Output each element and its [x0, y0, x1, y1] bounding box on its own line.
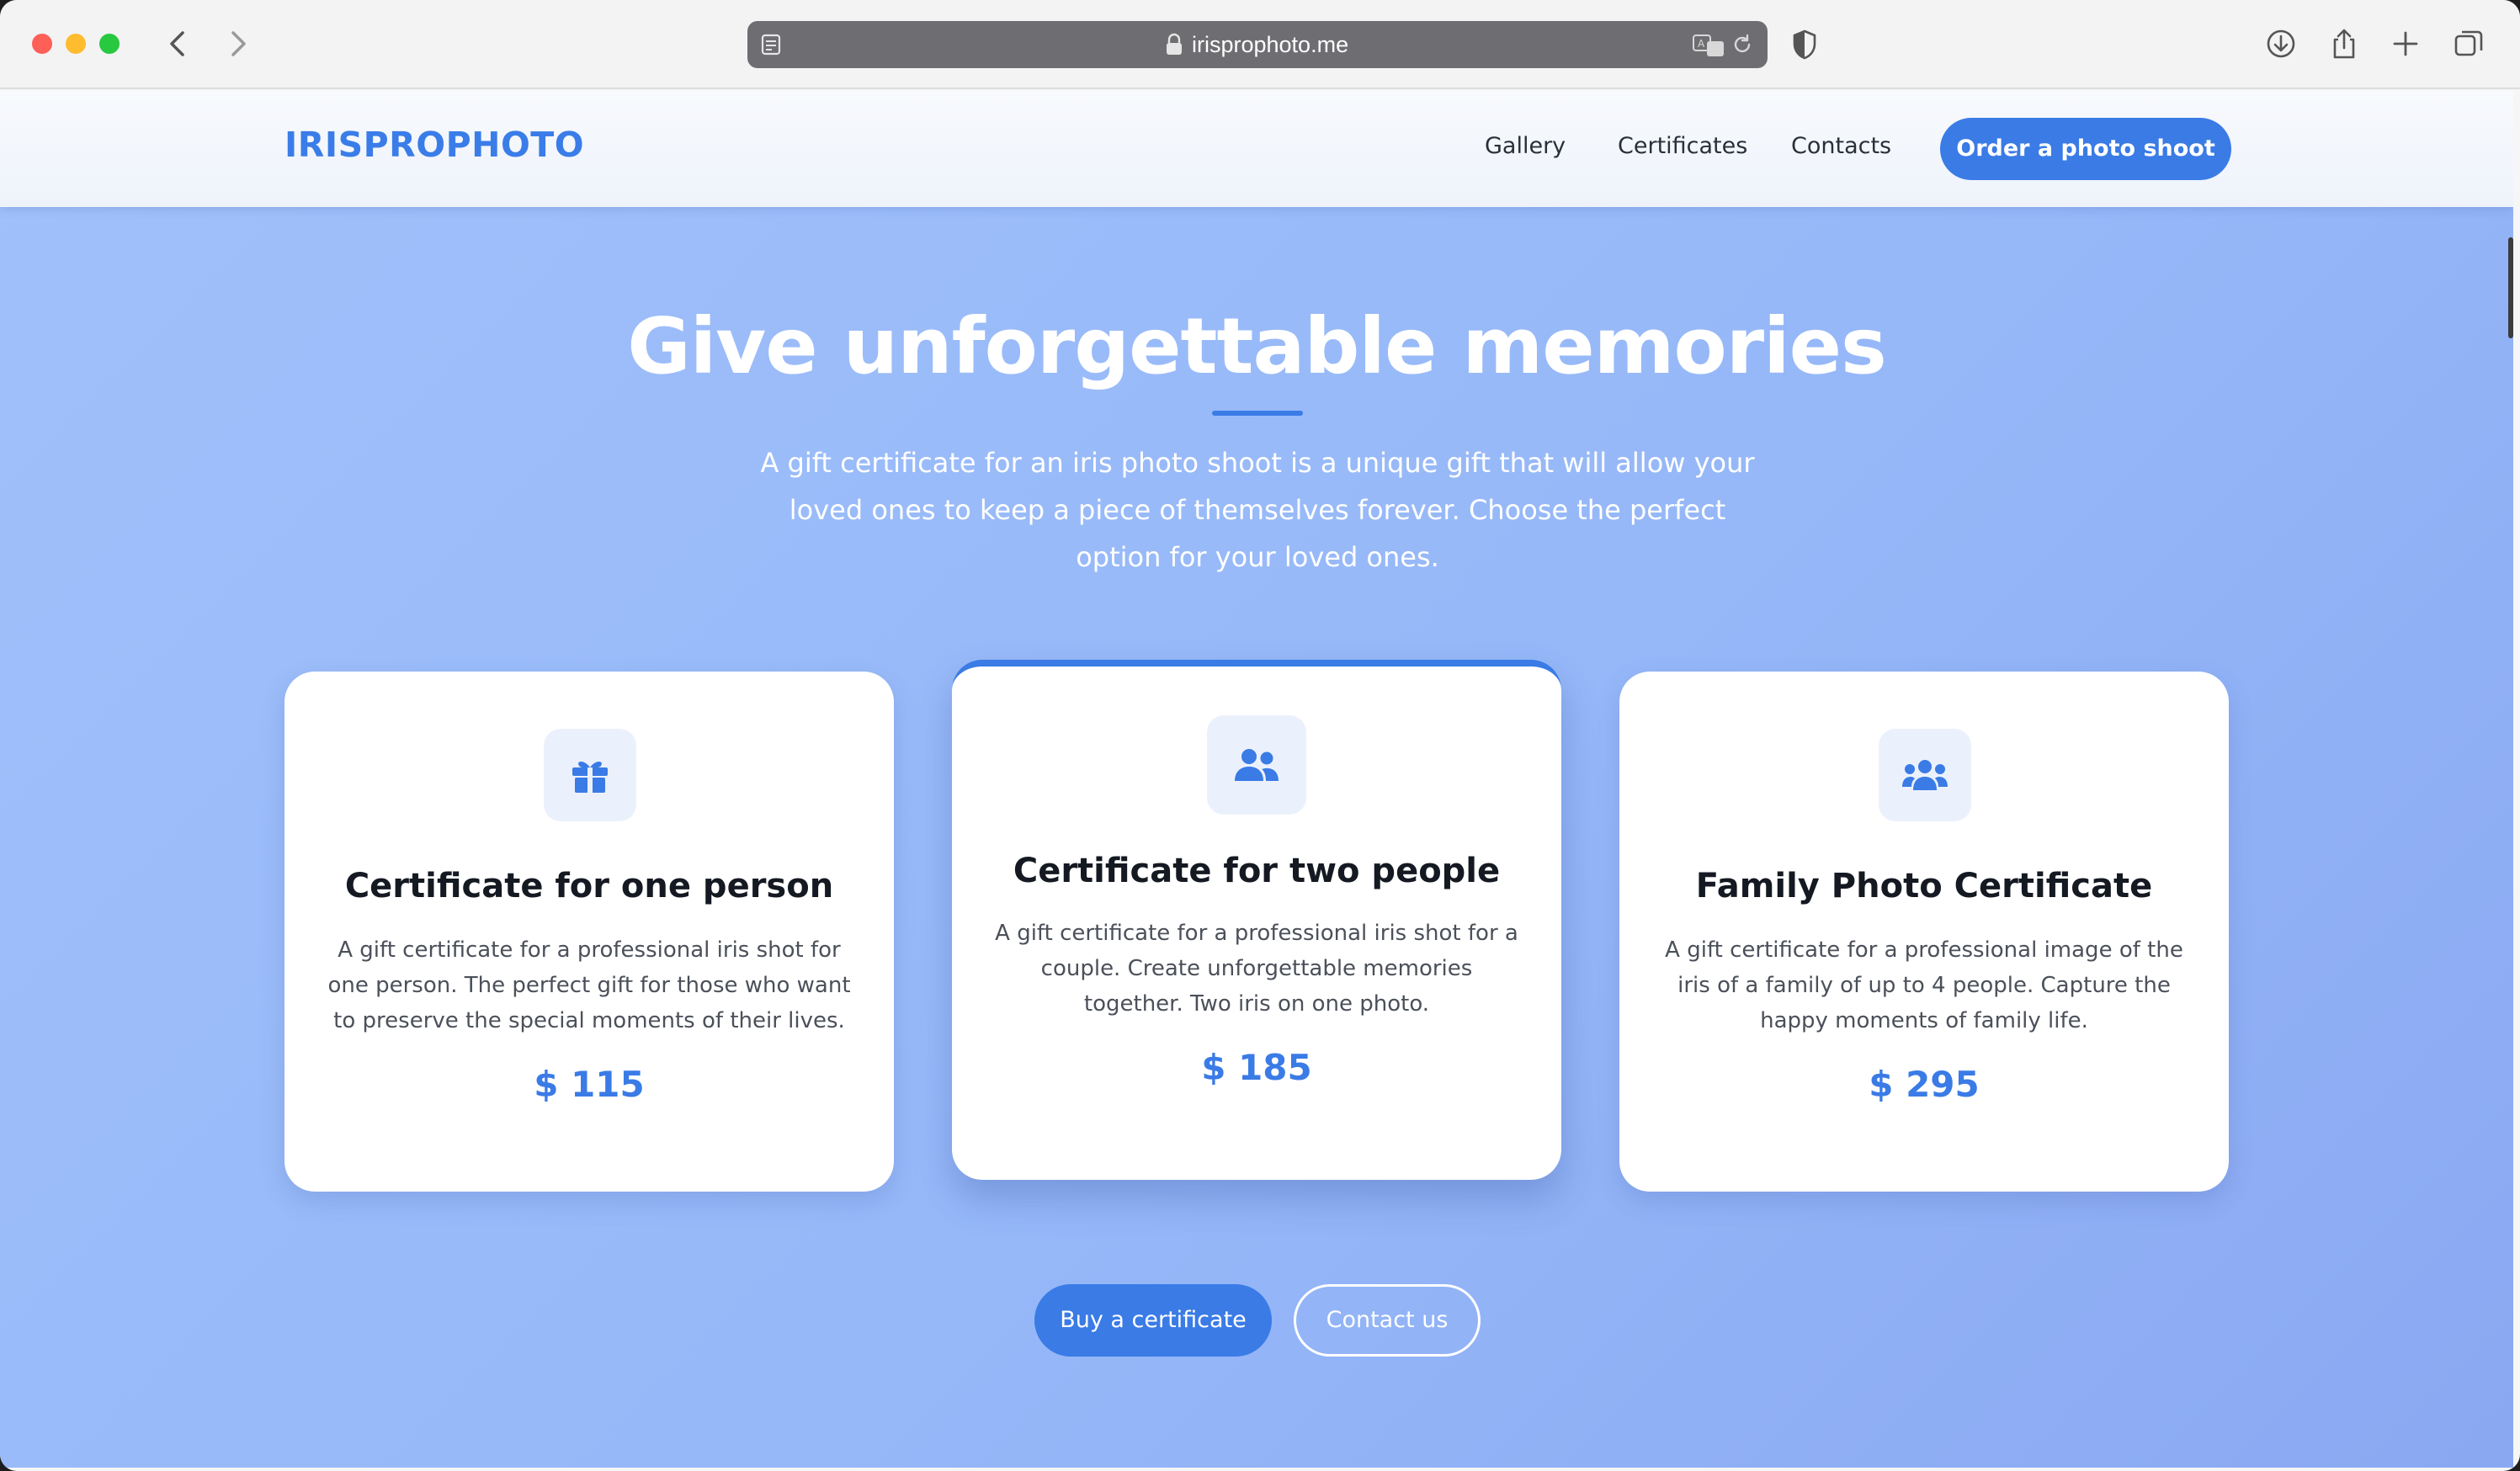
card-title: Certificate for two people: [1013, 852, 1501, 890]
family-icon: [1879, 729, 1971, 821]
nav-link-certificates[interactable]: Certificates: [1618, 133, 1747, 159]
order-photo-shoot-button[interactable]: Order a photo shoot: [1940, 118, 2231, 180]
close-window-button[interactable]: [32, 34, 52, 54]
nav-link-gallery[interactable]: Gallery: [1485, 133, 1566, 159]
card-title: Family Photo Certificate: [1695, 867, 2153, 905]
lock-icon: [1164, 33, 1184, 56]
site-header: IRISPROPHOTO Gallery Certificates Contac…: [0, 91, 2513, 207]
minimize-window-button[interactable]: [66, 34, 86, 54]
card-price: $ 115: [534, 1064, 645, 1105]
card-description: A gift certificate for a professional ir…: [995, 921, 1518, 1017]
nav-link-contacts[interactable]: Contacts: [1791, 133, 1891, 159]
web-page: IRISPROPHOTO Gallery Certificates Contac…: [0, 91, 2513, 1468]
reload-icon[interactable]: [1731, 33, 1754, 56]
certificate-card-two-people[interactable]: Certificate for two people A gift certif…: [952, 660, 1561, 1180]
site-logo[interactable]: IRISPROPHOTO: [284, 125, 584, 165]
svg-text:A: A: [1698, 38, 1705, 50]
card-description: A gift certificate for a professional im…: [1665, 937, 2183, 1033]
tab-overview-icon[interactable]: [2452, 27, 2485, 61]
two-people-icon: [1207, 715, 1306, 815]
download-icon[interactable]: [2264, 27, 2298, 61]
browser-toolbar: irisprophoto.me A: [0, 0, 2520, 89]
certificate-card-family[interactable]: Family Photo Certificate A gift certific…: [1619, 672, 2229, 1192]
shield-icon[interactable]: [1791, 29, 1818, 61]
hero-subtitle: A gift certificate for an iris photo sho…: [760, 447, 1755, 573]
card-price: $ 185: [1201, 1047, 1312, 1088]
address-bar[interactable]: irisprophoto.me A: [747, 21, 1768, 68]
gift-icon: [544, 729, 636, 821]
url-text[interactable]: irisprophoto.me: [1192, 33, 1348, 56]
contact-us-button[interactable]: Contact us: [1294, 1284, 1481, 1357]
new-tab-icon[interactable]: [2389, 27, 2422, 61]
card-price: $ 295: [1869, 1064, 1980, 1105]
hero-title: Give unforgettable memories: [627, 301, 1887, 391]
back-icon[interactable]: [160, 25, 197, 62]
buy-certificate-button[interactable]: Buy a certificate: [1034, 1284, 1272, 1357]
translate-icon[interactable]: A: [1692, 33, 1727, 58]
browser-window: irisprophoto.me A IRISPROPHOTO Gallery C…: [0, 0, 2520, 1471]
card-title: Certificate for one person: [344, 867, 834, 905]
title-underline: [1212, 411, 1303, 416]
certificate-card-one-person[interactable]: Certificate for one person A gift certif…: [284, 672, 894, 1192]
maximize-window-button[interactable]: [99, 34, 120, 54]
share-icon[interactable]: [2327, 27, 2361, 61]
card-description: A gift certificate for a professional ir…: [327, 937, 851, 1033]
forward-icon[interactable]: [219, 25, 256, 62]
sidebar-icon[interactable]: [759, 33, 783, 56]
